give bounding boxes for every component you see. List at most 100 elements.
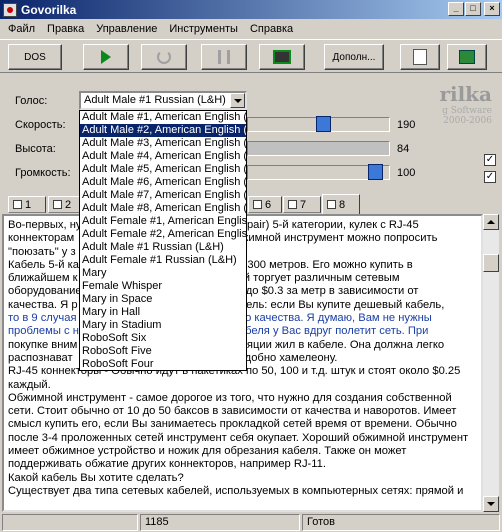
tab-8[interactable]: 8 [322, 194, 360, 214]
text-line: смысл купить его, если Вы занимаетесь пр… [8, 418, 457, 431]
voice-option[interactable]: Adult Female #1 Russian (L&H) [80, 254, 246, 267]
play-button[interactable] [83, 44, 129, 70]
more-button[interactable]: Дополн... [324, 44, 384, 70]
voice-dropdown-list[interactable]: Adult Male #1, American English (T Adult … [79, 110, 247, 371]
voice-option[interactable]: Adult Male #4, American English (T [80, 150, 246, 163]
logo-line2: g Software [442, 106, 492, 116]
text-tabs: 1 2 6 7 8 [0, 194, 502, 214]
voice-option[interactable]: RoboSoft Six [80, 332, 246, 345]
refresh-icon [157, 50, 171, 64]
tab-checkbox-icon [288, 200, 297, 209]
more-label: Дополн... [332, 51, 376, 63]
pitch-checkbox[interactable]: ✓ [484, 154, 496, 166]
voice-option[interactable]: Adult Female #1, American English [80, 215, 246, 228]
logo-line3: 2000-2006 [443, 116, 492, 126]
menu-edit[interactable]: Правка [41, 23, 90, 35]
chevron-down-icon[interactable] [230, 93, 245, 108]
voice-settings: Голос: Adult Male #1 Russian (L&H) Скоро… [0, 74, 502, 192]
tab-1[interactable]: 1 [8, 196, 46, 213]
title-bar: Govorilka _ □ × [0, 0, 502, 19]
voice-select-value: Adult Male #1 Russian (L&H) [84, 94, 226, 106]
logo-text: rilka [439, 82, 492, 106]
status-count: 1185 [140, 514, 300, 531]
voice-option[interactable]: Adult Male #5, American English (T [80, 163, 246, 176]
tab-checkbox-icon [13, 200, 22, 209]
tab-6[interactable]: 6 [248, 196, 282, 213]
document-icon [413, 49, 427, 65]
close-button[interactable]: × [484, 2, 500, 16]
voice-option[interactable]: Adult Male #6, American English (T [80, 176, 246, 189]
pitch-slider-fill [248, 142, 389, 155]
dos-label: DOS [24, 51, 46, 63]
text-line: Существует два типа сетевых кабелей, исп… [8, 484, 464, 497]
status-state: Готов [302, 514, 500, 531]
voice-option[interactable]: Adult Male #1 Russian (L&H) [80, 241, 246, 254]
record-button[interactable] [259, 44, 305, 70]
menu-help[interactable]: Справка [244, 23, 299, 35]
menu-tools[interactable]: Инструменты [163, 23, 244, 35]
toolbar: DOS Дополн... [0, 39, 502, 73]
window-title: Govorilka [21, 2, 77, 17]
volume-slider[interactable] [247, 164, 390, 180]
voice-option[interactable]: Adult Male #2, American English (T [80, 124, 246, 137]
film-icon [273, 50, 291, 64]
maximize-button[interactable]: □ [465, 2, 481, 16]
play-icon [101, 50, 111, 64]
dos-button[interactable]: DOS [8, 44, 62, 70]
pitch-label: Высота: [15, 143, 56, 155]
voice-option[interactable]: Mary [80, 267, 246, 280]
stop-button[interactable] [141, 44, 187, 70]
menu-file[interactable]: Файл [2, 23, 41, 35]
text-line: Какой кабель Вы хотите сделать? [8, 471, 184, 484]
voice-option[interactable]: Adult Male #8, American English (T [80, 202, 246, 215]
pause-button[interactable] [201, 44, 247, 70]
pitch-slider[interactable] [247, 141, 390, 156]
voice-option[interactable]: Adult Female #2, American English [80, 228, 246, 241]
vertical-scrollbar[interactable] [483, 214, 499, 512]
scroll-up-button[interactable] [483, 214, 499, 230]
volume-label: Громкость: [15, 167, 71, 179]
tab-label: 8 [339, 198, 346, 211]
tab-checkbox-icon [253, 200, 262, 209]
text-line: каждый. [8, 378, 51, 391]
scroll-thumb[interactable] [483, 254, 499, 272]
voice-option[interactable]: Female Whisper [80, 280, 246, 293]
status-bar: 1185 Готов [0, 513, 502, 532]
app-logo: rilka g Software 2000-2006 [438, 82, 492, 126]
volume-slider-thumb[interactable] [368, 164, 383, 180]
document-button[interactable] [400, 44, 440, 70]
books-icon [459, 50, 475, 64]
speed-slider-thumb[interactable] [316, 116, 331, 132]
volume-checkbox[interactable]: ✓ [484, 171, 496, 183]
tab-checkbox-icon [327, 200, 336, 209]
voice-option[interactable]: RoboSoft Four [80, 358, 246, 370]
text-line: после 3-4 проложенных сетей инструмент с… [8, 431, 469, 444]
voice-option[interactable]: Adult Male #7, American English (T [80, 189, 246, 202]
pitch-value: 84 [397, 143, 410, 155]
voice-option[interactable]: Mary in Space [80, 293, 246, 306]
text-line: Обжимной инструмент - самое дорогое из т… [8, 391, 452, 404]
app-icon [3, 2, 17, 17]
tab-label: 2 [65, 198, 72, 211]
speed-label: Скорость: [15, 119, 66, 131]
voice-option[interactable]: Adult Male #1, American English (T [80, 111, 246, 124]
voice-option[interactable]: Mary in Stadium [80, 319, 246, 332]
speed-slider[interactable] [247, 116, 390, 132]
voice-select[interactable]: Adult Male #1 Russian (L&H) [79, 91, 247, 110]
voice-label: Голос: [15, 95, 48, 107]
volume-value: 100 [397, 167, 416, 179]
books-button[interactable] [447, 44, 487, 70]
voice-option[interactable]: RoboSoft Five [80, 345, 246, 358]
menu-control[interactable]: Управление [90, 23, 163, 35]
voice-option[interactable]: Mary in Hall [80, 306, 246, 319]
voice-option[interactable]: Adult Male #3, American English (T [80, 137, 246, 150]
status-empty [2, 514, 138, 531]
tab-7[interactable]: 7 [283, 196, 321, 213]
speed-value: 190 [397, 119, 416, 131]
tab-label: 6 [265, 198, 272, 211]
minimize-button[interactable]: _ [448, 2, 464, 16]
scroll-down-button[interactable] [483, 496, 499, 512]
pause-icon [218, 50, 230, 64]
tab-label: 7 [300, 198, 307, 211]
tab-checkbox-icon [53, 200, 62, 209]
